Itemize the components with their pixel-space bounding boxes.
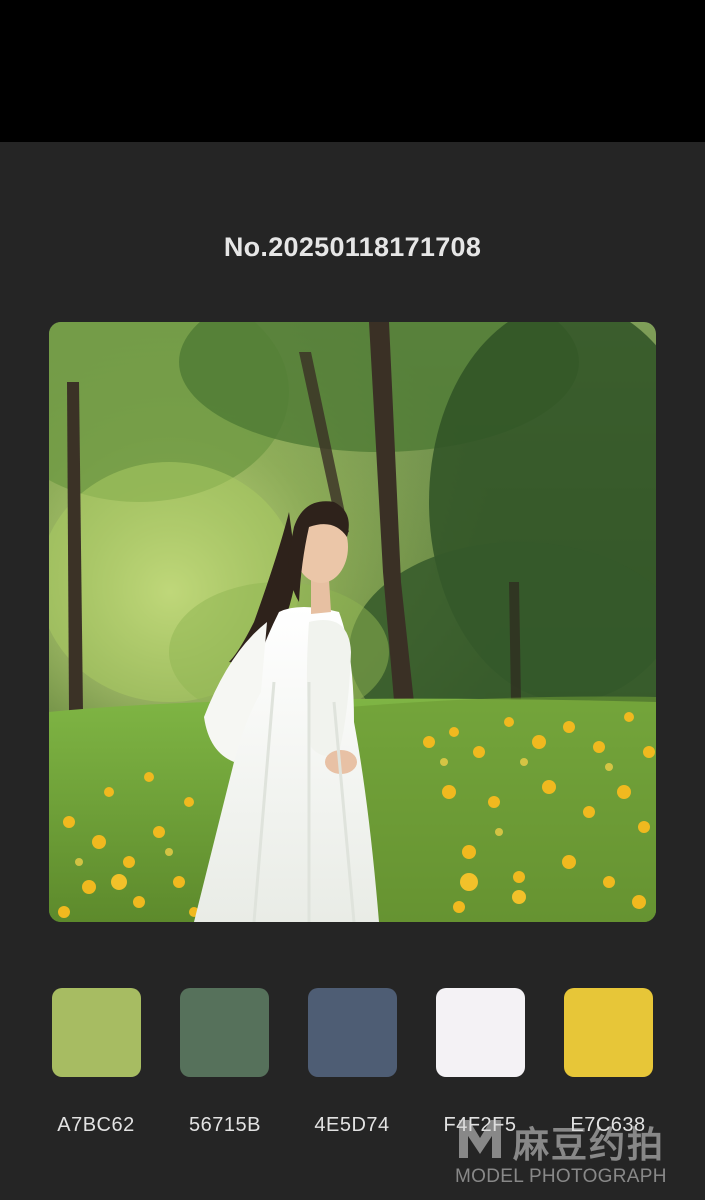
swatch-1-hex: 56715B	[189, 1114, 261, 1136]
swatch-2[interactable]	[308, 988, 397, 1077]
photo[interactable]	[49, 322, 656, 922]
watermark-english-text: MODEL PHOTOGRAPH	[455, 1166, 667, 1187]
card-title: No.20250118171708	[223, 232, 482, 262]
swatch-4[interactable]	[564, 988, 653, 1077]
swatch-3[interactable]	[436, 988, 525, 1077]
color-palette: A7BC62 56715B 4E5D74 F4F2F5 E7C638	[0, 988, 705, 1136]
photo-illustration	[49, 322, 656, 922]
watermark-chinese-text: 麻豆约拍	[513, 1125, 666, 1166]
screen: No.20250118171708 A7BC62 56715B 4E5D74 F…	[0, 0, 705, 1200]
swatch-0[interactable]	[52, 988, 141, 1077]
watermark: 麻豆约拍 MODEL PHOTOGRAPH	[455, 1114, 695, 1194]
swatch-2-hex: 4E5D74	[314, 1114, 390, 1136]
m-logo-icon	[459, 1120, 501, 1158]
swatch-0-hex: A7BC62	[57, 1114, 135, 1136]
swatch-1[interactable]	[180, 988, 269, 1077]
card-panel: No.20250118171708 A7BC62 56715B 4E5D74 F…	[0, 142, 705, 1200]
